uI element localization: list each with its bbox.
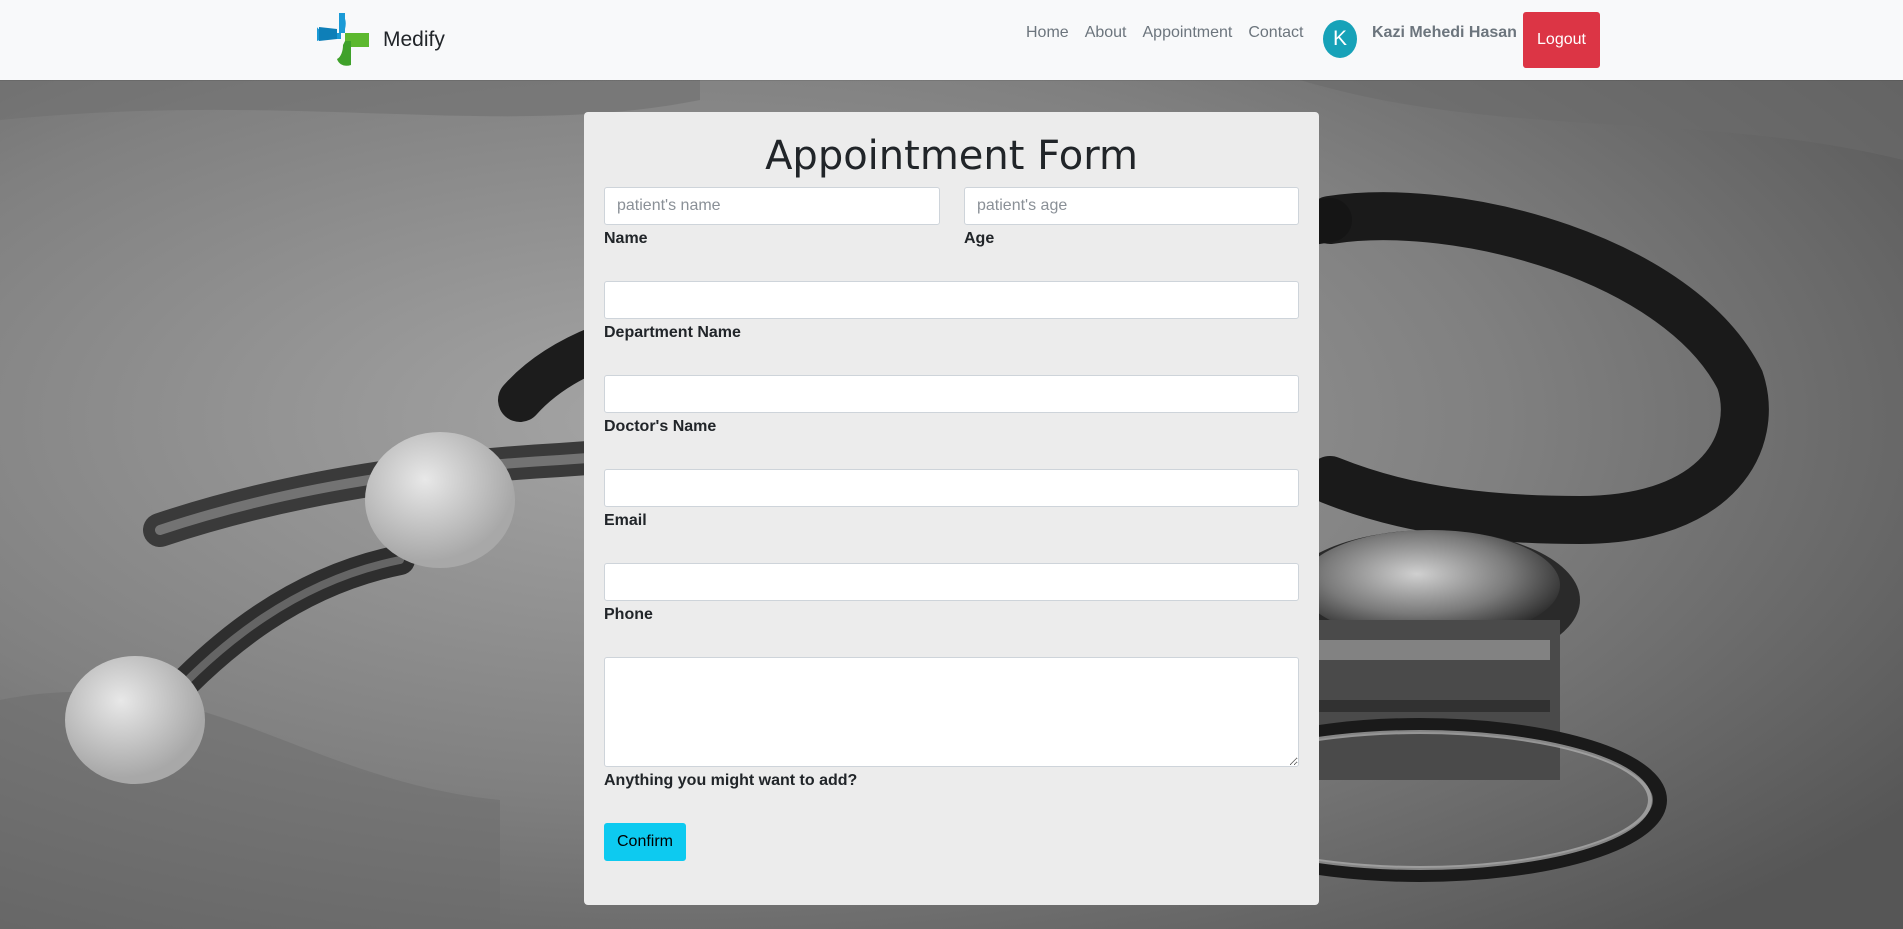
appointment-form: Appointment Form Name Age Department Nam… — [584, 112, 1319, 905]
navbar: Medify Home About Appointment Contact K … — [0, 0, 1903, 80]
department-name-input[interactable] — [604, 281, 1299, 319]
form-title: Appointment Form — [765, 133, 1138, 179]
age-label: Age — [964, 230, 995, 247]
nav-links: Home About Appointment Contact — [1018, 22, 1311, 44]
phone-input[interactable] — [604, 563, 1299, 601]
email-label: Email — [604, 512, 647, 529]
user-name: Kazi Mehedi Hasan — [1372, 24, 1517, 41]
doctor-name-label: Doctor's Name — [604, 418, 717, 435]
brand[interactable]: Medify — [315, 10, 445, 70]
nav-link-home[interactable]: Home — [1018, 22, 1077, 44]
doctor-name-input[interactable] — [604, 375, 1299, 413]
name-label: Name — [604, 230, 648, 247]
medical-cross-logo-icon — [317, 13, 369, 66]
brand-name: Medify — [383, 28, 445, 51]
department-name-label: Department Name — [604, 324, 741, 341]
phone-label: Phone — [604, 606, 653, 623]
avatar[interactable]: K — [1323, 20, 1357, 58]
nav-link-contact[interactable]: Contact — [1240, 22, 1311, 44]
notes-textarea[interactable] — [604, 657, 1299, 767]
patient-name-input[interactable] — [604, 187, 940, 225]
nav-link-appointment[interactable]: Appointment — [1135, 22, 1241, 44]
confirm-button[interactable]: Confirm — [604, 823, 686, 861]
nav-link-about[interactable]: About — [1077, 22, 1135, 44]
notes-label: Anything you might want to add? — [604, 772, 858, 789]
email-input[interactable] — [604, 469, 1299, 507]
patient-age-input[interactable] — [964, 187, 1299, 225]
logout-button[interactable]: Logout — [1523, 12, 1600, 68]
